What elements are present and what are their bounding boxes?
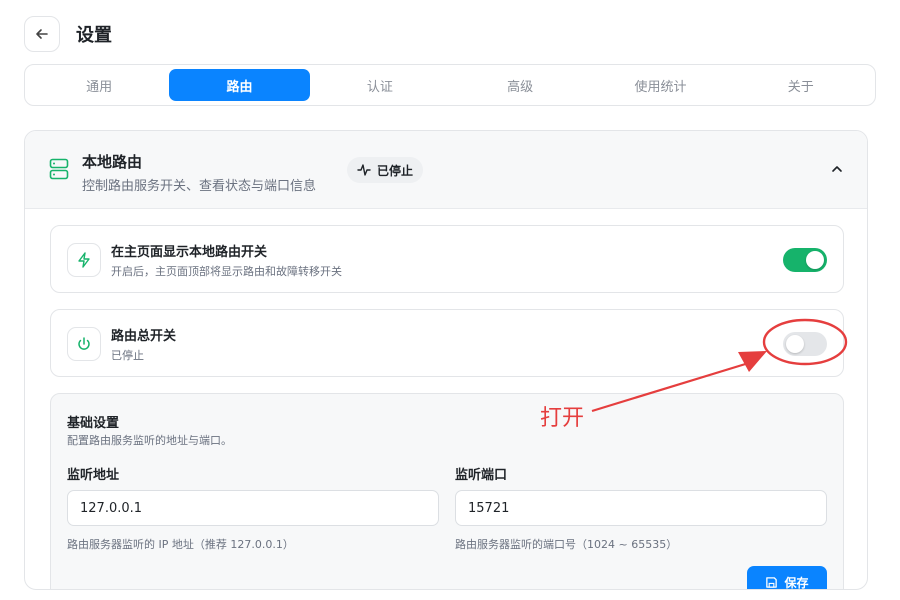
row-icon-box (67, 327, 101, 361)
chevron-up-icon[interactable] (831, 163, 843, 175)
basic-settings-title: 基础设置 (67, 416, 120, 431)
back-button[interactable] (24, 16, 60, 52)
activity-icon (357, 164, 371, 176)
master-switch-subtitle: 已停止 (111, 349, 144, 362)
port-label: 监听端口 (455, 468, 508, 483)
port-help: 路由服务器监听的端口号（1024 ~ 65535） (455, 538, 678, 551)
status-text: 已停止 (377, 163, 414, 178)
page-header: 设置 (24, 16, 112, 52)
listen-port-input[interactable] (455, 490, 827, 526)
tab-usage-stats[interactable]: 使用统计 (590, 69, 730, 101)
basic-settings-subtitle: 配置路由服务监听的地址与端口。 (67, 434, 232, 447)
lightning-icon (78, 252, 90, 268)
status-badge: 已停止 (347, 157, 424, 183)
save-icon (766, 576, 778, 588)
annotation-label: 打开 (540, 406, 585, 431)
master-switch-title: 路由总开关 (111, 329, 177, 344)
listen-address-input[interactable] (67, 490, 439, 526)
master-switch-row: 路由总开关 已停止 (50, 309, 844, 377)
address-label: 监听地址 (67, 468, 120, 483)
save-button[interactable]: 保存 (747, 566, 827, 590)
tab-general[interactable]: 通用 (29, 69, 169, 101)
master-switch-toggle[interactable] (783, 332, 827, 356)
settings-tabs: 通用 路由 认证 高级 使用统计 关于 (24, 64, 876, 106)
toggle-knob (806, 251, 824, 269)
local-routing-header[interactable]: 本地路由 控制路由服务开关、查看状态与端口信息 已停止 (25, 131, 867, 209)
show-toggle-subtitle: 开启后，主页面顶部将显示路由和故障转移开关 (111, 265, 342, 278)
local-routing-card: 本地路由 控制路由服务开关、查看状态与端口信息 已停止 在主页面显示本地路由开关… (24, 130, 868, 590)
tab-routing[interactable]: 路由 (169, 69, 310, 101)
server-icon (49, 158, 69, 180)
tab-auth[interactable]: 认证 (310, 69, 450, 101)
show-toggle-title: 在主页面显示本地路由开关 (111, 245, 268, 260)
row-icon-box (67, 243, 101, 277)
power-icon (78, 337, 90, 350)
tab-advanced[interactable]: 高级 (450, 69, 590, 101)
arrow-left-icon (36, 29, 48, 39)
page-title: 设置 (76, 25, 112, 46)
show-on-main-toggle[interactable] (783, 248, 827, 272)
address-help: 路由服务器监听的 IP 地址（推荐 127.0.0.1） (67, 538, 294, 551)
save-label: 保存 (784, 575, 809, 590)
section-title: 本地路由 (82, 153, 143, 171)
show-toggle-row: 在主页面显示本地路由开关 开启后，主页面顶部将显示路由和故障转移开关 (50, 225, 844, 293)
basic-settings-panel: 基础设置 配置路由服务监听的地址与端口。 监听地址 路由服务器监听的 IP 地址… (50, 393, 844, 590)
tab-about[interactable]: 关于 (731, 69, 871, 101)
section-subtitle: 控制路由服务开关、查看状态与端口信息 (82, 179, 317, 194)
toggle-knob (786, 335, 804, 353)
